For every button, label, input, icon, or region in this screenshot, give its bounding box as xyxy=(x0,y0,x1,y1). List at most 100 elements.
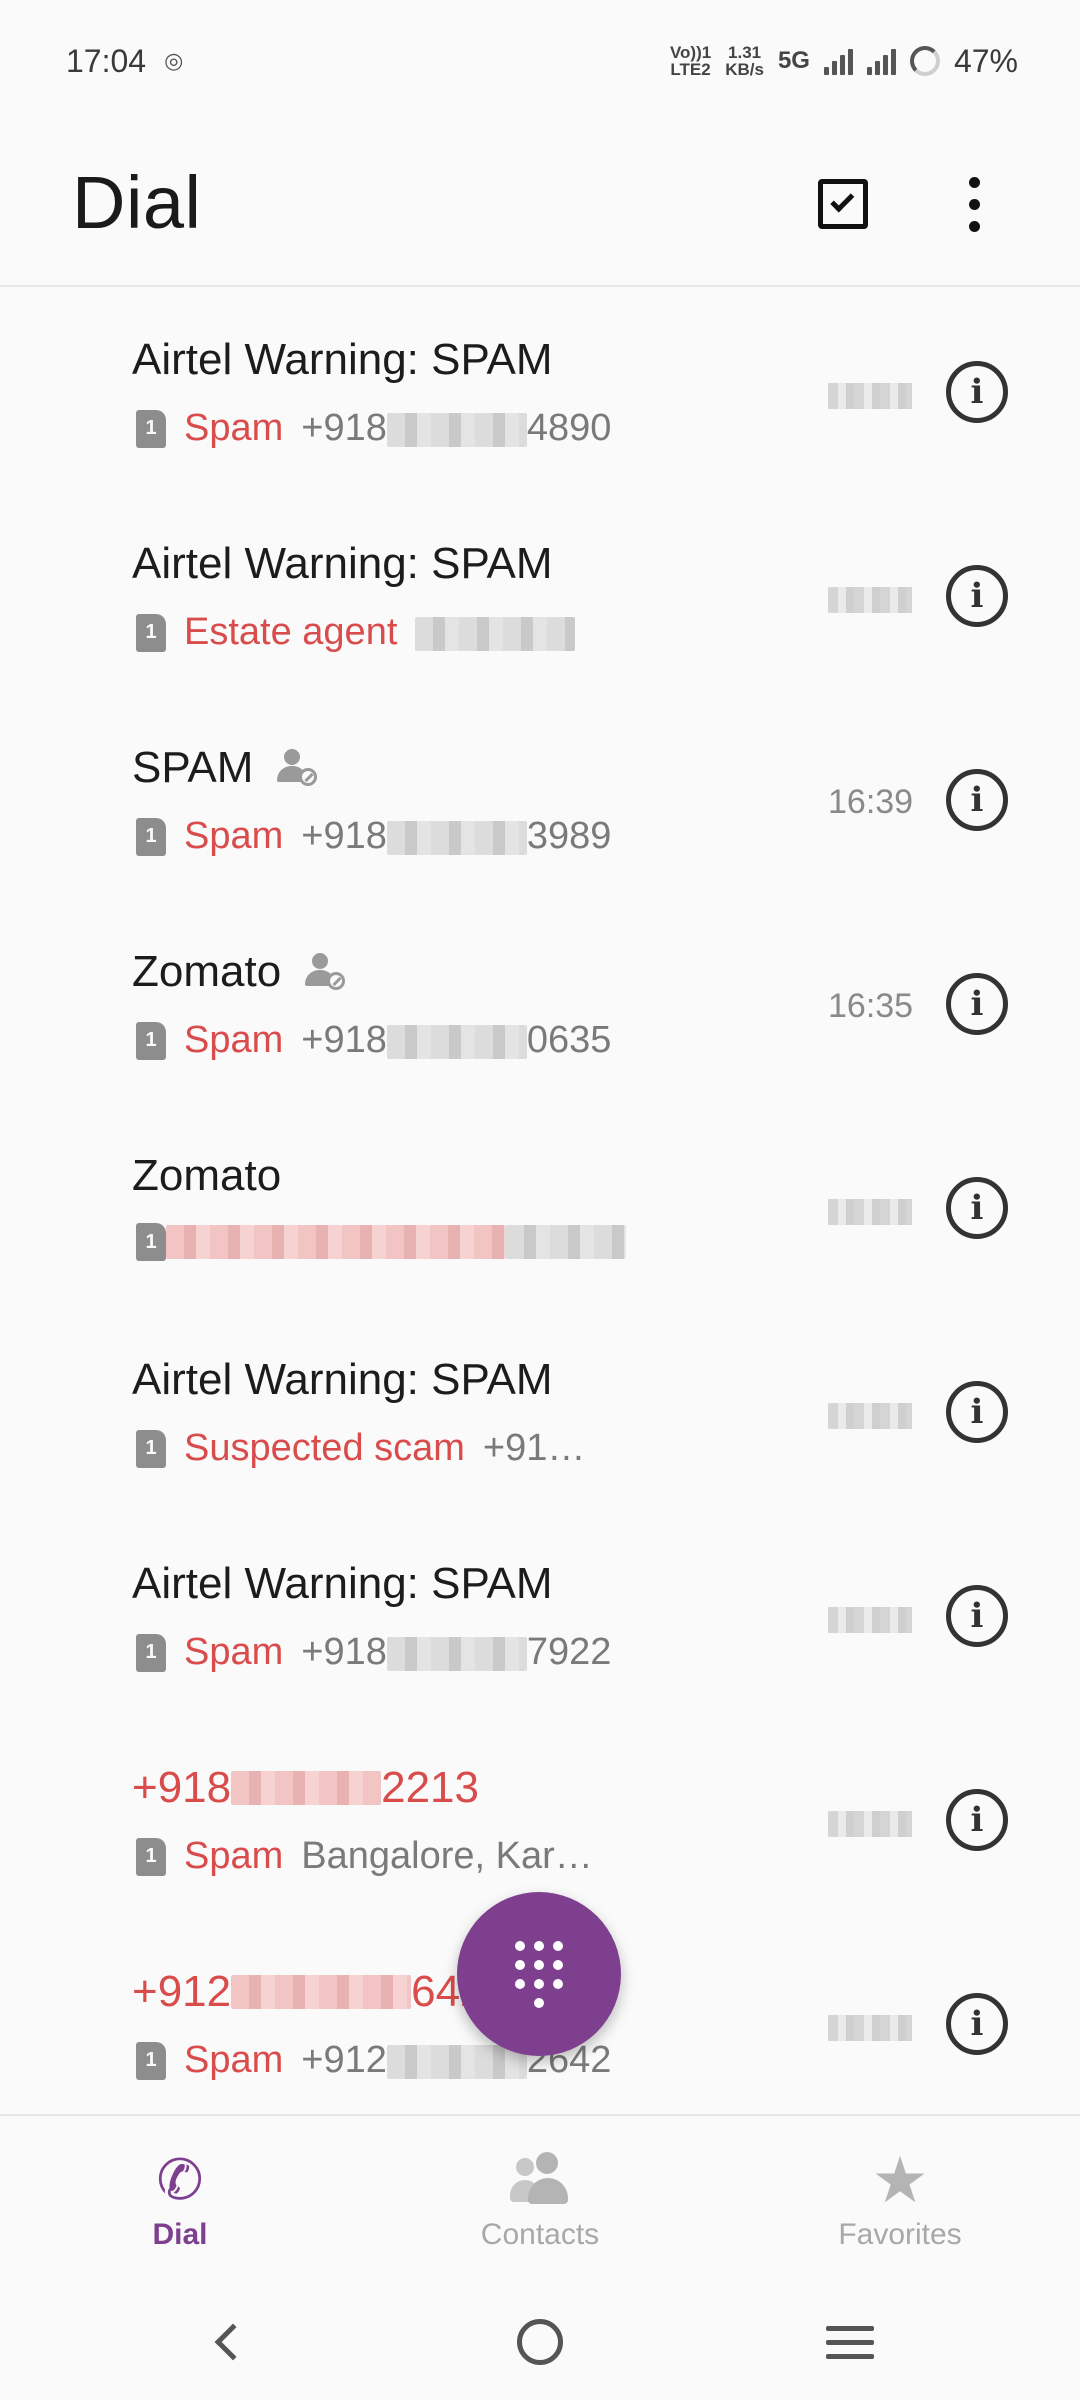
info-icon: i xyxy=(970,984,984,1024)
signal-icon xyxy=(866,47,896,75)
caller-name: SPAM xyxy=(132,743,319,793)
redacted-number xyxy=(386,820,527,855)
phone-number: +918 0635 xyxy=(301,1019,612,1061)
call-log-row[interactable]: Zomato 1 Spam +918 0635 16:35 i xyxy=(0,907,1080,1111)
data-saver-icon: ◎ xyxy=(164,48,184,73)
call-time: 16:35 xyxy=(828,987,914,1025)
sim-1-icon: 1 xyxy=(136,1633,166,1672)
redacted-number xyxy=(386,2044,527,2079)
redacted-time xyxy=(828,587,912,613)
redacted-number xyxy=(231,1975,412,2009)
caller-name: Zomato xyxy=(132,947,347,997)
call-details: 1 Spam +918 7922 xyxy=(136,1631,611,1674)
contacts-icon xyxy=(510,2150,570,2210)
redacted-details xyxy=(166,1225,506,1259)
redacted-number xyxy=(415,616,576,651)
call-details: 1 Spam Bangalore, Kar… xyxy=(136,1835,593,1878)
call-info-button[interactable]: i xyxy=(946,1789,1008,1851)
battery-ring-icon xyxy=(909,46,940,76)
spam-label: Suspected scam xyxy=(184,1427,465,1469)
call-info-button[interactable]: i xyxy=(946,1381,1008,1443)
more-options-button[interactable] xyxy=(934,164,1014,244)
spam-label: Spam xyxy=(184,1631,284,1673)
caller-name: Zomato xyxy=(132,1151,282,1200)
nav-item-dial[interactable]: ✆ Dial xyxy=(0,2116,360,2286)
home-button[interactable] xyxy=(510,2312,570,2372)
spam-label: Spam xyxy=(184,1835,284,1877)
phone-number xyxy=(415,611,576,654)
redacted-time xyxy=(828,1607,912,1633)
phone-number: +91… xyxy=(482,1427,586,1469)
redacted-number xyxy=(386,1024,527,1059)
nav-label: Dial xyxy=(152,2218,208,2251)
call-log-row[interactable]: Zomato 1 i xyxy=(0,1111,1080,1315)
call-time xyxy=(828,579,912,613)
call-info-button[interactable]: i xyxy=(946,361,1008,423)
redacted-time xyxy=(828,2015,912,2041)
call-info-button[interactable]: i xyxy=(946,565,1008,627)
caller-name: Airtel Warning: SPAM xyxy=(132,1355,553,1404)
sim-1-icon: 1 xyxy=(136,1837,166,1876)
call-info-button[interactable]: i xyxy=(946,769,1008,831)
caller-name: +912 642 xyxy=(132,1967,485,2016)
call-info-button[interactable]: i xyxy=(946,973,1008,1035)
call-log-row[interactable]: Airtel Warning: SPAM 1 Estate agent i xyxy=(0,499,1080,703)
call-details: 1 Estate agent xyxy=(136,611,576,654)
info-icon: i xyxy=(970,372,984,412)
more-options-icon xyxy=(968,176,980,232)
info-icon: i xyxy=(970,780,984,820)
call-info-button[interactable]: i xyxy=(946,1177,1008,1239)
phone-number: Bangalore, Kar… xyxy=(301,1835,593,1877)
call-log-list[interactable]: Airtel Warning: SPAM 1 Spam +918 4890 i Airtel… xyxy=(0,295,1080,2115)
redacted-time xyxy=(828,383,912,409)
call-log-row[interactable]: Airtel Warning: SPAM 1 Suspected scam +91… i xyxy=(0,1315,1080,1519)
select-button[interactable] xyxy=(803,164,883,244)
sim-1-icon: 1 xyxy=(136,1429,166,1468)
redacted-number xyxy=(231,1771,382,1805)
call-time xyxy=(828,1803,912,1837)
call-info-button[interactable]: i xyxy=(946,1585,1008,1647)
info-icon: i xyxy=(970,1800,984,1840)
sim-1-icon: 1 xyxy=(136,613,166,652)
call-details: 1 xyxy=(136,1223,626,1261)
caller-name: Airtel Warning: SPAM xyxy=(132,1559,553,1608)
redacted-number xyxy=(386,412,527,447)
call-time xyxy=(828,1191,912,1225)
call-log-row[interactable]: SPAM 1 Spam +918 3989 16:39 i xyxy=(0,703,1080,907)
spam-label: Spam xyxy=(184,815,284,857)
home-icon xyxy=(517,2319,563,2365)
back-button[interactable] xyxy=(198,2312,258,2372)
nav-label: Contacts xyxy=(480,2218,600,2251)
sim-1-icon: 1 xyxy=(136,409,166,448)
info-icon: i xyxy=(970,1188,984,1228)
call-details: 1 Spam +918 4890 xyxy=(136,407,611,450)
info-icon: i xyxy=(970,2004,984,2044)
select-checkbox-icon xyxy=(818,179,868,229)
call-details: 1 Suspected scam +91… xyxy=(136,1427,585,1470)
call-info-button[interactable]: i xyxy=(946,1993,1008,2055)
volte-indicator: Vo))1 LTE2 xyxy=(669,43,712,79)
redacted-number xyxy=(506,1225,626,1259)
sim-1-icon: 1 xyxy=(136,1021,166,1060)
signal-icon xyxy=(823,47,853,75)
status-bar: 17:04 ◎ Vo))1 LTE2 1.31 KB/s 5G 47% xyxy=(0,0,1080,122)
phone-number: +918 3989 xyxy=(301,815,612,857)
call-time xyxy=(828,1395,912,1429)
call-log-row[interactable]: Airtel Warning: SPAM 1 Spam +918 7922 i xyxy=(0,1519,1080,1723)
recents-button[interactable] xyxy=(820,2312,880,2372)
page-title: Dial xyxy=(72,161,202,244)
call-time xyxy=(828,1599,912,1633)
call-log-row[interactable]: Airtel Warning: SPAM 1 Spam +918 4890 i xyxy=(0,295,1080,499)
caller-name: +918 2213 xyxy=(132,1763,479,1812)
nav-item-contacts[interactable]: Contacts xyxy=(360,2116,720,2286)
redacted-time xyxy=(828,1403,912,1429)
dialpad-button[interactable] xyxy=(457,1892,621,2056)
battery-percent: 47% xyxy=(953,42,1018,79)
status-right: Vo))1 LTE2 1.31 KB/s 5G 47% xyxy=(670,43,1018,80)
back-icon xyxy=(214,2323,252,2361)
nav-item-favorites[interactable]: ★ Favorites xyxy=(720,2116,1080,2286)
system-nav-bar xyxy=(0,2284,1080,2400)
app-header: Dial xyxy=(0,122,1080,287)
sim-1-icon: 1 xyxy=(136,1223,166,1261)
nav-label: Favorites xyxy=(838,2218,962,2251)
